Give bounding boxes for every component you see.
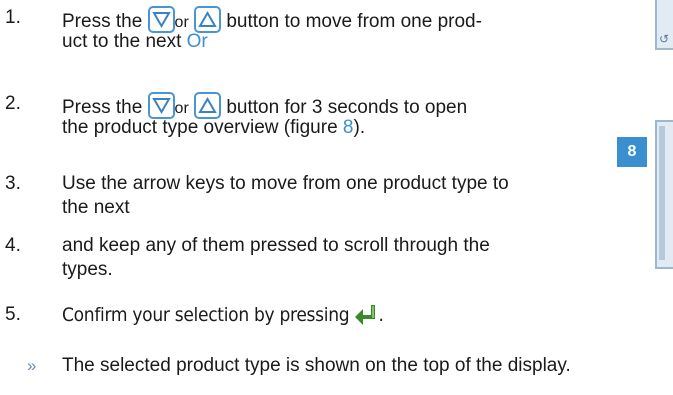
step-text: Confirm your selection by pressing . xyxy=(62,303,384,333)
enter-key-icon xyxy=(354,303,378,333)
or-text: or xyxy=(174,100,189,117)
step-text-main: Confirm your selection by pressing xyxy=(62,304,350,326)
step-text: Use the arrow keys to move from one prod… xyxy=(62,173,509,194)
or-text: or xyxy=(174,14,189,31)
step-text-line2: the next xyxy=(62,197,130,218)
step-number: 4. xyxy=(5,235,21,256)
down-arrow-button-icon xyxy=(147,92,175,119)
step-text-line2: the product type overview (figure 8). xyxy=(62,116,365,140)
step-number: 2. xyxy=(5,93,21,114)
step-text-line2-end: ). xyxy=(353,117,366,138)
step-text-line2: types. xyxy=(62,259,113,280)
step-text: and keep any of them pressed to scroll t… xyxy=(62,235,490,256)
step-text-pre: Press the xyxy=(62,11,143,32)
step-text-end: . xyxy=(378,304,384,326)
step-text-line2-main: the product type overview (figure xyxy=(62,117,338,138)
step-number: 1. xyxy=(5,7,21,28)
step-text-pre: Press the xyxy=(62,97,143,118)
result-marker: » xyxy=(27,356,37,375)
or-link-text: Or xyxy=(186,31,208,52)
up-arrow-button-icon xyxy=(194,92,222,119)
up-arrow-button-icon xyxy=(194,6,222,33)
display-figure-top: ↺ xyxy=(655,0,673,50)
step-text-post: button to move from one prod- xyxy=(226,11,482,32)
step-number: 5. xyxy=(5,304,21,325)
return-icon: ↺ xyxy=(659,32,670,46)
down-arrow-button-icon xyxy=(147,6,175,33)
display-figure-8 xyxy=(655,120,673,269)
result-text: The selected product type is shown on th… xyxy=(62,355,571,376)
step-text-line2: uct to the next Or xyxy=(62,30,208,54)
figure-reference-link[interactable]: 8 xyxy=(343,117,354,138)
step-number: 3. xyxy=(5,173,21,194)
display-figure-strip xyxy=(659,126,665,260)
step-text-post: button for 3 seconds to open xyxy=(226,97,468,118)
figure-badge: 8 xyxy=(617,137,647,167)
step-text-line2-main: uct to the next xyxy=(62,31,182,52)
